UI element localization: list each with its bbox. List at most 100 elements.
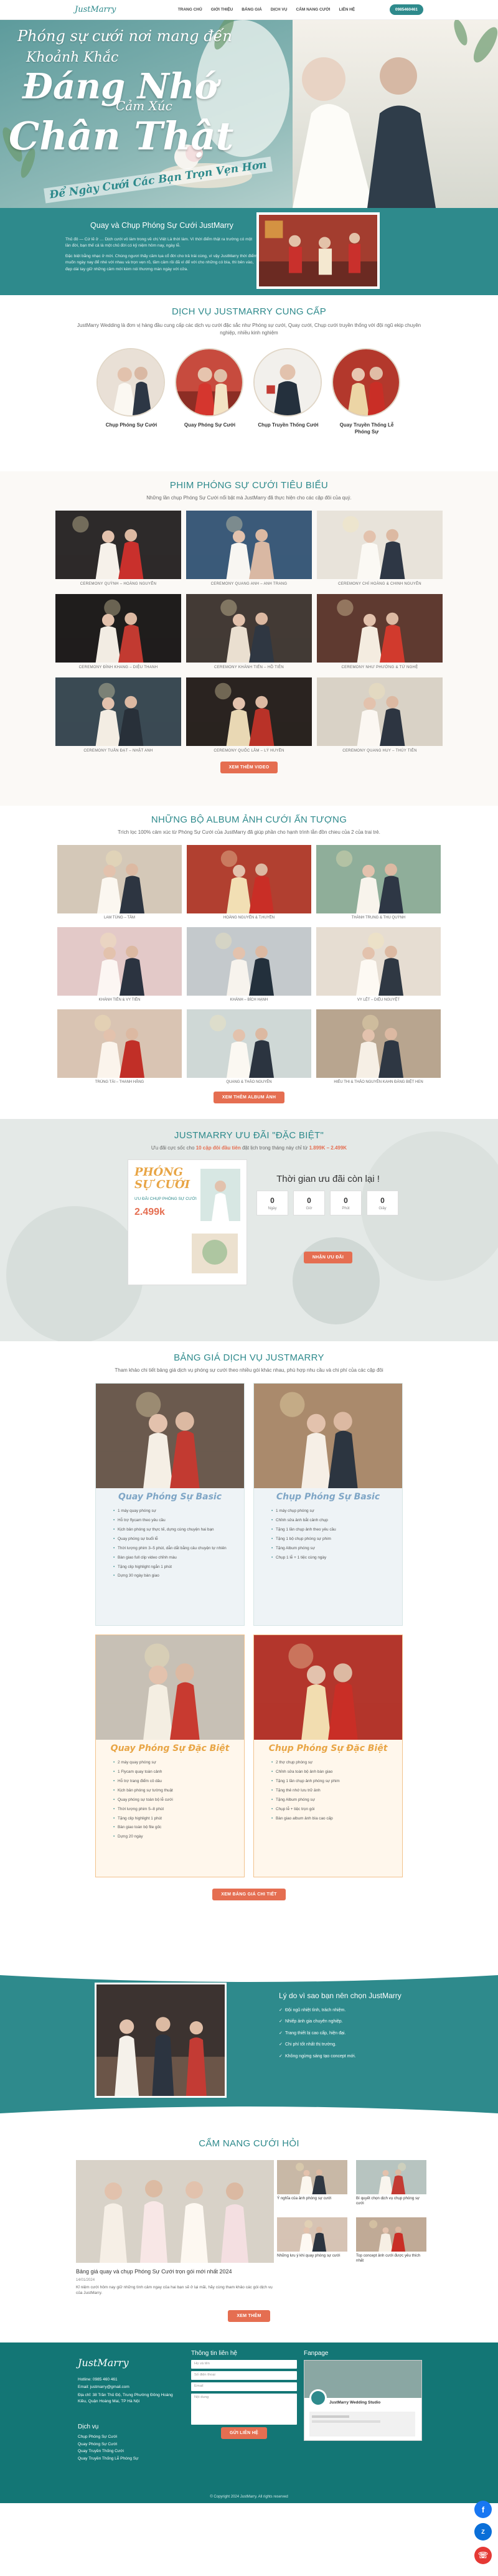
service-label[interactable]: Chụp Phóng Sự Cưới <box>96 422 166 428</box>
nav-about[interactable]: GIỚI THIỆU <box>211 7 233 12</box>
album-caption[interactable]: HIẾU THI & THẢO NGUYÊN KAHN ĐÁNG BIỆT HE… <box>316 1080 441 1084</box>
album-caption[interactable]: THÀNH TRUNG & THU QUỲNH <box>316 916 441 920</box>
footer-logo[interactable]: JustMarry <box>78 2357 129 2369</box>
ceremony-video-card[interactable]: CEREMONY ĐÌNH KHANG – DIỆU THANH <box>55 594 181 674</box>
album-card[interactable]: KHÁNH – BÍCH HẠNH <box>187 927 311 1007</box>
nav-pricing[interactable]: BẢNG GIÁ <box>242 7 262 12</box>
ceremony-video-caption[interactable]: CEREMONY QUỐC LÂM – LÝ HUYỀN <box>186 749 312 753</box>
featured-article-title[interactable]: Bảng giá quay và chụp Phóng Sự Cưới trọn… <box>76 2268 274 2276</box>
album-photo[interactable] <box>187 927 311 996</box>
ceremony-video-card[interactable]: CEREMONY NHƯ PHƯỚNG & TỨ NGHỆ <box>317 594 443 674</box>
ceremony-video-thumbnail[interactable] <box>55 677 181 746</box>
album-caption[interactable]: VY LỆT – DIỆU NGUYỆT <box>316 998 441 1002</box>
article-card[interactable]: Bí quyết chọn dịch vụ chụp phóng sự cưới <box>356 2160 426 2214</box>
ceremony-video-thumbnail[interactable] <box>186 677 312 746</box>
ceremony-video-thumbnail[interactable] <box>317 677 443 746</box>
ceremony-video-thumbnail[interactable] <box>186 511 312 579</box>
article-thumbnail[interactable] <box>356 2160 426 2194</box>
phone-float-button[interactable]: ☏ <box>474 2547 492 2564</box>
submit-contact-button[interactable]: GỬI LIÊN HỆ <box>220 2427 268 2439</box>
pricing-card[interactable]: Chụp Phóng Sự Đặc Biệt 2 thợ chụp phóng s… <box>253 1635 403 1877</box>
album-card[interactable]: TRÚNG TÀI – THANH HẰNG <box>57 1009 182 1089</box>
nav-home[interactable]: TRANG CHỦ <box>178 7 202 12</box>
nav-services[interactable]: DỊCH VỤ <box>271 7 288 12</box>
service-item[interactable]: Chụp Phóng Sự Cưới <box>96 348 166 435</box>
album-card[interactable]: QUANG & THẢO NGUYÊN <box>187 1009 311 1089</box>
footer-service-link[interactable]: Quay Truyền Thống Lễ Phóng Sự <box>78 2455 177 2463</box>
article-title[interactable]: Bí quyết chọn dịch vụ chụp phóng sự cưới <box>356 2196 426 2214</box>
ceremony-video-thumbnail[interactable] <box>55 594 181 663</box>
nav-handbook[interactable]: CẨM NANG CƯỚI <box>296 7 330 12</box>
article-thumbnail[interactable] <box>277 2217 347 2252</box>
album-photo[interactable] <box>57 845 182 913</box>
album-caption[interactable]: TRÚNG TÀI – THANH HẰNG <box>57 1080 182 1084</box>
service-photo[interactable] <box>253 348 322 417</box>
ceremony-video-caption[interactable]: CEREMONY QUỲNH – HOÀNG NGUYÊN <box>55 582 181 586</box>
footer-service-link[interactable]: Chụp Phóng Sự Cưới <box>78 2433 177 2441</box>
service-photo[interactable] <box>332 348 400 417</box>
footer-service-link[interactable]: Quay Phóng Sự Cưới <box>78 2441 177 2448</box>
pricing-details-button[interactable]: XEM BẢNG GIÁ CHI TIẾT <box>212 1889 286 1900</box>
ceremony-video-card[interactable]: CEREMONY KHÁNH TIẾN – HỒ TIÊN <box>186 594 312 674</box>
album-caption[interactable]: LAM TÙNG – TÂM <box>57 916 182 920</box>
album-photo[interactable] <box>316 927 441 996</box>
service-item[interactable]: Chụp Truyền Thống Cưới <box>253 348 323 435</box>
ceremony-video-caption[interactable]: CEREMONY CHÍ HOÀNG & CHINH NGUYÊN <box>317 582 443 586</box>
service-label[interactable]: Chụp Truyền Thống Cưới <box>253 422 323 428</box>
service-item[interactable]: Quay Truyền Thống Lễ Phóng Sự <box>332 348 402 435</box>
footer-hotline[interactable]: Hotline: 0985 460 461 <box>78 2377 177 2383</box>
ceremony-video-caption[interactable]: CEREMONY ĐÌNH KHANG – DIỆU THANH <box>55 666 181 669</box>
album-card[interactable]: LAM TÙNG – TÂM <box>57 845 182 925</box>
facebook-float-button[interactable]: f <box>474 2501 492 2518</box>
album-caption[interactable]: KHÁNH – BÍCH HẠNH <box>187 998 311 1002</box>
featured-article-photo[interactable] <box>76 2160 274 2263</box>
article-thumbnail[interactable] <box>356 2217 426 2252</box>
album-photo[interactable] <box>187 845 311 913</box>
article-title[interactable]: Những lưu ý khi quay phóng sự cưới <box>277 2253 347 2271</box>
zalo-float-button[interactable]: Z <box>474 2523 492 2541</box>
message-field[interactable]: Nội dung <box>191 2394 297 2425</box>
site-logo[interactable]: JustMarry <box>75 5 143 14</box>
service-photo[interactable] <box>96 348 165 417</box>
article-card[interactable]: Ý nghĩa của ảnh phóng sự cưới <box>277 2160 347 2214</box>
ceremony-video-card[interactable]: CEREMONY QUỐC LÂM – LÝ HUYỀN <box>186 677 312 758</box>
featured-article[interactable]: Bảng giá quay và chụp Phóng Sự Cưới trọn… <box>76 2160 274 2296</box>
claim-offer-button[interactable]: NHẬN ƯU ĐÃI <box>303 1252 353 1263</box>
album-photo[interactable] <box>316 1009 441 1078</box>
service-item[interactable]: Quay Phóng Sự Cưới <box>175 348 245 435</box>
fanpage-name[interactable]: JustMarry Wedding Studio <box>329 2400 380 2405</box>
album-card[interactable]: KHÁNH TIẾN & VY TIỀN <box>57 927 182 1007</box>
more-articles-button[interactable]: XEM THÊM <box>228 2310 270 2322</box>
email-field[interactable]: Email <box>191 2382 297 2391</box>
album-photo[interactable] <box>57 1009 182 1078</box>
service-label[interactable]: Quay Truyền Thống Lễ Phóng Sự <box>332 422 402 435</box>
service-photo[interactable] <box>175 348 243 417</box>
album-photo[interactable] <box>57 927 182 996</box>
ceremony-video-caption[interactable]: CEREMONY KHÁNH TIẾN – HỒ TIÊN <box>186 666 312 669</box>
article-card[interactable]: Top concept ảnh cưới được yêu thích nhất <box>356 2217 426 2271</box>
ceremony-video-thumbnail[interactable] <box>55 511 181 579</box>
ceremony-video-card[interactable]: CEREMONY QUANG ANH – ANH TRANG <box>186 511 312 591</box>
pricing-card[interactable]: Quay Phóng Sự Basic 1 máy quay phóng sự Hỗ… <box>95 1383 245 1626</box>
ceremony-video-card[interactable]: CEREMONY CHÍ HOÀNG & CHINH NGUYÊN <box>317 511 443 591</box>
album-card[interactable]: HOÀNG NGUYÊN & T.HUYỀN <box>187 845 311 925</box>
more-albums-button[interactable]: XEM THÊM ALBUM ẢNH <box>213 1092 285 1103</box>
ceremony-video-thumbnail[interactable] <box>317 594 443 663</box>
article-card[interactable]: Những lưu ý khi quay phóng sự cưới <box>277 2217 347 2271</box>
pricing-card[interactable]: Chụp Phóng Sự Basic 1 máy chụp phóng sự Ch… <box>253 1383 403 1626</box>
hotline-button[interactable]: 0985460461 <box>389 4 423 15</box>
article-title[interactable]: Top concept ảnh cưới được yêu thích nhất <box>356 2253 426 2271</box>
article-thumbnail[interactable] <box>277 2160 347 2194</box>
ceremony-video-caption[interactable]: CEREMONY QUANG HUY – THÚY TIÊN <box>317 749 443 753</box>
more-videos-button[interactable]: XEM THÊM VIDEO <box>220 762 278 773</box>
album-caption[interactable]: HOÀNG NGUYÊN & T.HUYỀN <box>187 916 311 920</box>
fanpage-embed[interactable]: JustMarry Wedding Studio <box>304 2360 422 2441</box>
ceremony-video-caption[interactable]: CEREMONY QUANG ANH – ANH TRANG <box>186 582 312 586</box>
ceremony-video-caption[interactable]: CEREMONY TUẤN ĐẠT – NHẬT ANH <box>55 749 181 753</box>
album-card[interactable]: HIẾU THI & THẢO NGUYÊN KAHN ĐÁNG BIỆT HE… <box>316 1009 441 1089</box>
album-photo[interactable] <box>187 1009 311 1078</box>
ceremony-video-card[interactable]: CEREMONY QUỲNH – HOÀNG NGUYÊN <box>55 511 181 591</box>
album-card[interactable]: THÀNH TRUNG & THU QUỲNH <box>316 845 441 925</box>
name-field[interactable]: Họ và tên <box>191 2360 297 2369</box>
nav-contact[interactable]: LIÊN HỆ <box>339 7 355 12</box>
